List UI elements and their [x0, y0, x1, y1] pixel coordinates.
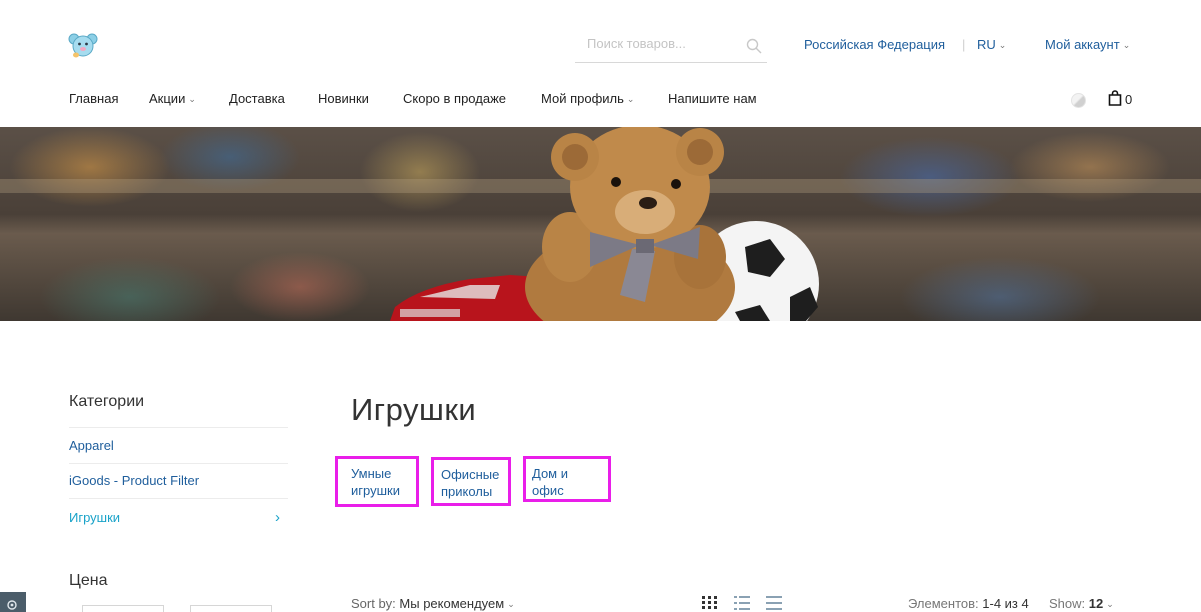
- chevron-right-icon[interactable]: ›: [275, 509, 280, 526]
- subcategory-label-line2: игрушки: [351, 483, 400, 498]
- category-link-apparel[interactable]: Apparel: [69, 438, 114, 453]
- subcategory-home-office[interactable]: Дом и офис: [523, 456, 611, 502]
- nav-promotions[interactable]: Акции ⌄: [149, 91, 196, 106]
- chevron-down-icon: ⌄: [507, 599, 515, 609]
- account-label: Мой аккаунт: [1045, 37, 1120, 52]
- account-menu[interactable]: Мой аккаунт ⌄: [1045, 37, 1130, 52]
- list-view-icon[interactable]: [734, 596, 750, 610]
- page-title: Игрушки: [351, 392, 477, 427]
- divider: [69, 427, 288, 428]
- items-count-value: 1-4 из 4: [982, 596, 1029, 611]
- language-label: RU: [977, 37, 996, 52]
- theme-toggle-icon[interactable]: [1071, 93, 1086, 108]
- subcategory-smart-toys[interactable]: Умные игрушки: [335, 456, 419, 507]
- category-banner: [0, 127, 1201, 321]
- page-size-value: 12: [1088, 596, 1104, 611]
- nav-my-profile[interactable]: Мой профиль ⌄: [541, 91, 634, 106]
- chevron-down-icon: ⌄: [188, 94, 196, 104]
- chevron-down-icon: ⌄: [1122, 40, 1131, 50]
- settings-gear-icon[interactable]: [0, 592, 26, 612]
- chevron-down-icon: ⌄: [1106, 599, 1114, 609]
- category-link-igoods[interactable]: iGoods - Product Filter: [69, 473, 199, 488]
- country-selector[interactable]: Российская Федерация: [804, 37, 945, 52]
- page-size-label: Show:: [1049, 596, 1086, 611]
- nav-new-arrivals[interactable]: Новинки: [318, 91, 369, 106]
- table-view-icon[interactable]: [766, 596, 782, 610]
- cart-count: 0: [1125, 92, 1133, 107]
- sort-value: Мы рекомендуем: [399, 596, 505, 611]
- sort-label: Sort by:: [351, 596, 396, 611]
- categories-title: Категории: [69, 393, 145, 410]
- price-filter-title: Цена: [69, 572, 108, 589]
- page-size-selector[interactable]: Show: 12 ⌄: [1049, 596, 1114, 611]
- nav-coming-soon[interactable]: Скоро в продаже: [403, 91, 506, 106]
- search-icon[interactable]: [746, 38, 762, 54]
- subcategory-office-pranks[interactable]: Офисные приколы: [431, 457, 511, 506]
- language-selector[interactable]: RU ⌄: [977, 37, 1006, 52]
- divider: [69, 498, 288, 499]
- subcategory-label-line1: Дом и офис: [532, 466, 568, 498]
- price-max-input[interactable]: [190, 605, 272, 612]
- header-separator: |: [962, 37, 966, 52]
- subcategory-label-line1: Офисные: [441, 467, 500, 482]
- nav-delivery[interactable]: Доставка: [229, 91, 285, 106]
- items-count: Элементов: 1-4 из 4: [908, 596, 1029, 611]
- country-label: Российская Федерация: [804, 37, 946, 52]
- search-box[interactable]: [575, 30, 767, 63]
- teddy-bear-image: [390, 127, 819, 321]
- nav-home[interactable]: Главная: [69, 91, 118, 106]
- grid-view-icon[interactable]: [702, 596, 718, 610]
- subcategory-label-line1: Умные: [351, 466, 392, 481]
- shopping-bag-icon[interactable]: [1108, 90, 1122, 106]
- search-input[interactable]: [587, 36, 737, 51]
- nav-contact[interactable]: Напишите нам: [668, 91, 757, 106]
- price-min-input[interactable]: [82, 605, 164, 612]
- category-link-toys[interactable]: Игрушки: [69, 510, 120, 525]
- subcategory-label-line2: приколы: [441, 484, 493, 499]
- sort-selector[interactable]: Sort by: Мы рекомендуем ⌄: [351, 596, 515, 611]
- chevron-down-icon: ⌄: [626, 94, 635, 104]
- chevron-down-icon: ⌄: [998, 40, 1007, 50]
- nav-promotions-label: Акции: [149, 91, 186, 106]
- teddy-logo-icon[interactable]: [68, 30, 98, 60]
- nav-my-profile-label: Мой профиль: [541, 91, 624, 106]
- items-count-label: Элементов:: [908, 596, 979, 611]
- divider: [69, 463, 288, 464]
